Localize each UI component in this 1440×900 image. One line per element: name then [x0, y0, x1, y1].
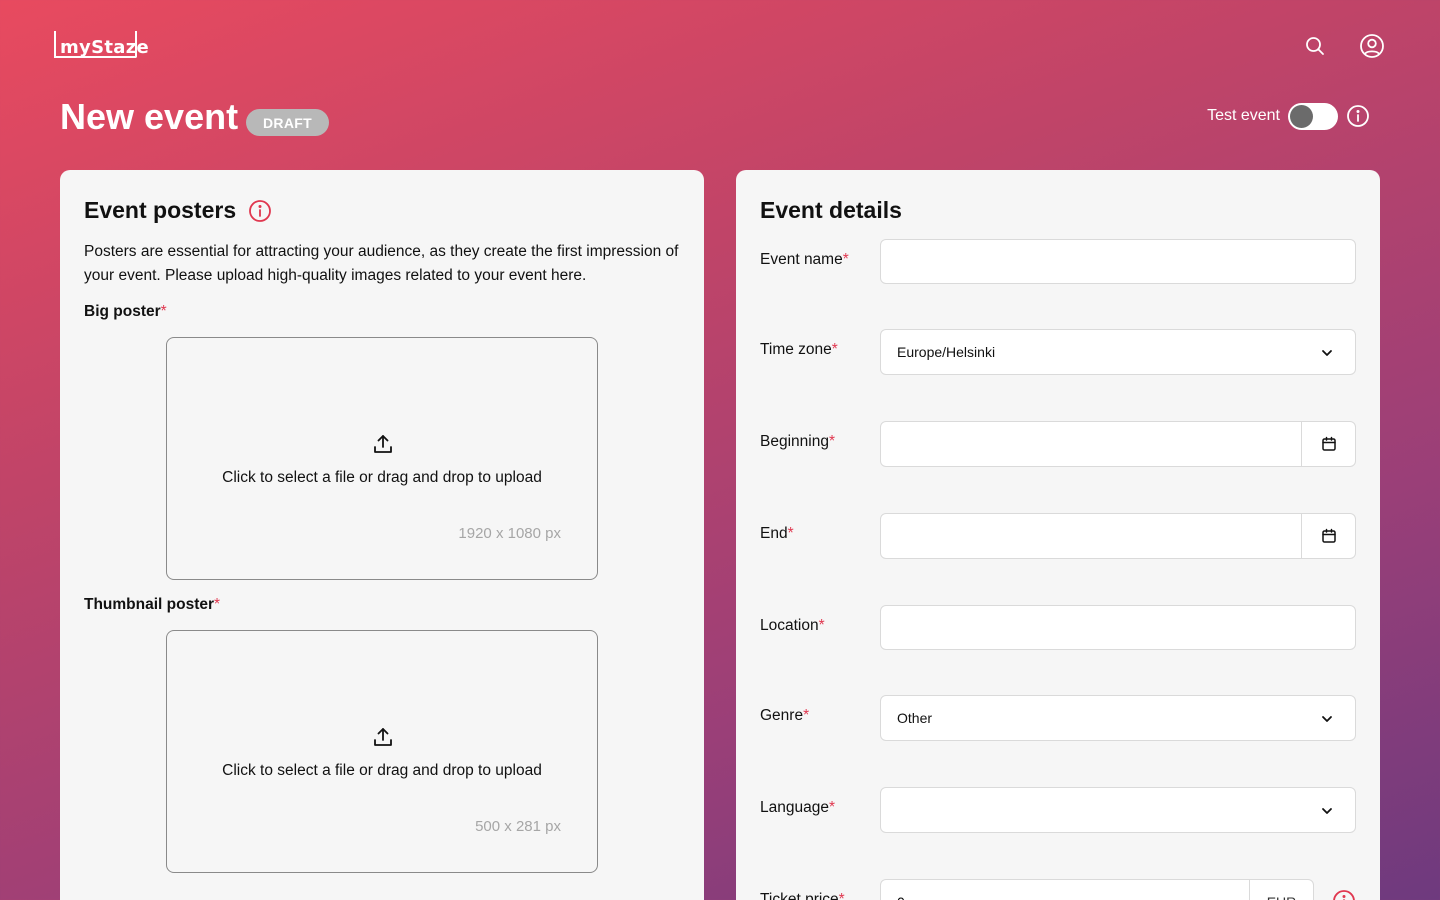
beginning-row: Beginning*: [760, 421, 1356, 467]
upload-instructions: Click to select a file or drag and drop …: [222, 469, 542, 486]
account-button[interactable]: [1358, 32, 1386, 60]
chevron-down-icon: [1322, 808, 1332, 814]
ticket-price-label-text: Ticket price: [760, 891, 839, 900]
thumbnail-poster-dropzone[interactable]: Click to select a file or drag and drop …: [166, 630, 598, 873]
info-icon[interactable]: [1346, 104, 1370, 128]
ticket-price-row: Ticket price* EUR: [760, 879, 1356, 900]
location-row: Location*: [760, 605, 1356, 651]
user-circle-icon: [1360, 34, 1384, 58]
required-mark: *: [818, 617, 825, 634]
big-poster-label-text: Big poster: [84, 303, 161, 320]
big-poster-label: Big poster*: [84, 303, 167, 321]
end-label: End*: [760, 525, 794, 543]
language-label-text: Language: [760, 799, 829, 816]
upload-icon: [374, 728, 392, 746]
toggle-knob: [1290, 104, 1313, 128]
event-details-card: Event details Event name* Time zone* Eur…: [736, 170, 1380, 900]
posters-header: Event posters: [84, 197, 272, 224]
genre-label: Genre*: [760, 707, 809, 725]
beginning-calendar-button[interactable]: [1301, 422, 1355, 466]
calendar-icon: [1321, 528, 1336, 543]
time-zone-label: Time zone*: [760, 341, 838, 359]
chevron-down-icon: [1322, 716, 1332, 722]
required-mark: *: [214, 596, 221, 613]
end-row: End*: [760, 513, 1356, 559]
language-select[interactable]: [880, 787, 1356, 833]
location-label: Location*: [760, 617, 825, 635]
genre-label-text: Genre: [760, 707, 804, 724]
time-zone-select[interactable]: Europe/Helsinki: [880, 329, 1356, 375]
info-icon[interactable]: [1332, 889, 1356, 900]
time-zone-row: Time zone* Europe/Helsinki: [760, 329, 1356, 375]
ticket-price-label: Ticket price*: [760, 891, 845, 900]
language-label: Language*: [760, 799, 835, 817]
genre-row: Genre* Other: [760, 695, 1356, 741]
required-mark: *: [842, 251, 849, 268]
test-event-toggle[interactable]: [1288, 102, 1338, 130]
required-mark: *: [160, 303, 167, 320]
ticket-price-field: EUR: [880, 879, 1314, 900]
big-poster-dropzone[interactable]: Click to select a file or drag and drop …: [166, 337, 598, 580]
test-event-label: Test event: [1207, 107, 1280, 124]
end-input[interactable]: [881, 514, 1301, 558]
size-hint: 500 x 281 px: [475, 818, 561, 835]
posters-description: Posters are essential for attracting you…: [84, 243, 679, 284]
event-name-input[interactable]: [880, 239, 1356, 284]
genre-value: Other: [897, 710, 933, 726]
test-event-control: Test event: [1207, 102, 1370, 130]
top-bar: myStaze: [0, 0, 1440, 92]
thumbnail-poster-label: Thumbnail poster*: [84, 596, 220, 614]
beginning-date-field: [880, 421, 1356, 467]
required-mark: *: [828, 799, 836, 816]
size-hint: 1920 x 1080 px: [458, 525, 561, 542]
beginning-input[interactable]: [881, 422, 1301, 466]
currency-label: EUR: [1249, 880, 1313, 900]
required-mark: *: [787, 525, 794, 542]
details-title: Event details: [760, 197, 902, 223]
search-icon: [1306, 37, 1324, 55]
chevron-down-icon: [1322, 350, 1332, 356]
language-row: Language*: [760, 787, 1356, 833]
end-calendar-button[interactable]: [1301, 514, 1355, 558]
beginning-label-text: Beginning: [760, 433, 829, 450]
end-date-field: [880, 513, 1356, 559]
location-input[interactable]: [880, 605, 1356, 650]
upload-icon: [374, 435, 392, 453]
required-mark: *: [838, 891, 845, 900]
required-mark: *: [803, 707, 810, 724]
location-label-text: Location: [760, 617, 819, 634]
event-name-label: Event name*: [760, 251, 849, 269]
genre-select[interactable]: Other: [880, 695, 1356, 741]
beginning-label: Beginning*: [760, 433, 835, 451]
search-button[interactable]: [1301, 32, 1329, 60]
event-name-row: Event name*: [760, 239, 1356, 285]
time-zone-value: Europe/Helsinki: [897, 344, 996, 360]
end-label-text: End: [760, 525, 788, 542]
posters-title: Event posters: [84, 197, 237, 223]
brand-logo[interactable]: myStaze: [54, 31, 155, 61]
calendar-icon: [1321, 436, 1336, 451]
info-icon[interactable]: [248, 199, 272, 223]
thumbnail-poster-label-text: Thumbnail poster: [84, 596, 215, 613]
page-title: New event: [60, 96, 239, 137]
required-mark: *: [831, 341, 838, 358]
upload-instructions: Click to select a file or drag and drop …: [222, 762, 542, 779]
time-zone-label-text: Time zone: [760, 341, 832, 358]
ticket-price-input[interactable]: [881, 880, 1249, 900]
status-badge: DRAFT: [246, 109, 329, 136]
logo-text: myStaze: [60, 36, 149, 58]
event-posters-card: Event posters Posters are essential for …: [60, 170, 704, 900]
required-mark: *: [828, 433, 835, 450]
event-name-label-text: Event name: [760, 251, 843, 268]
